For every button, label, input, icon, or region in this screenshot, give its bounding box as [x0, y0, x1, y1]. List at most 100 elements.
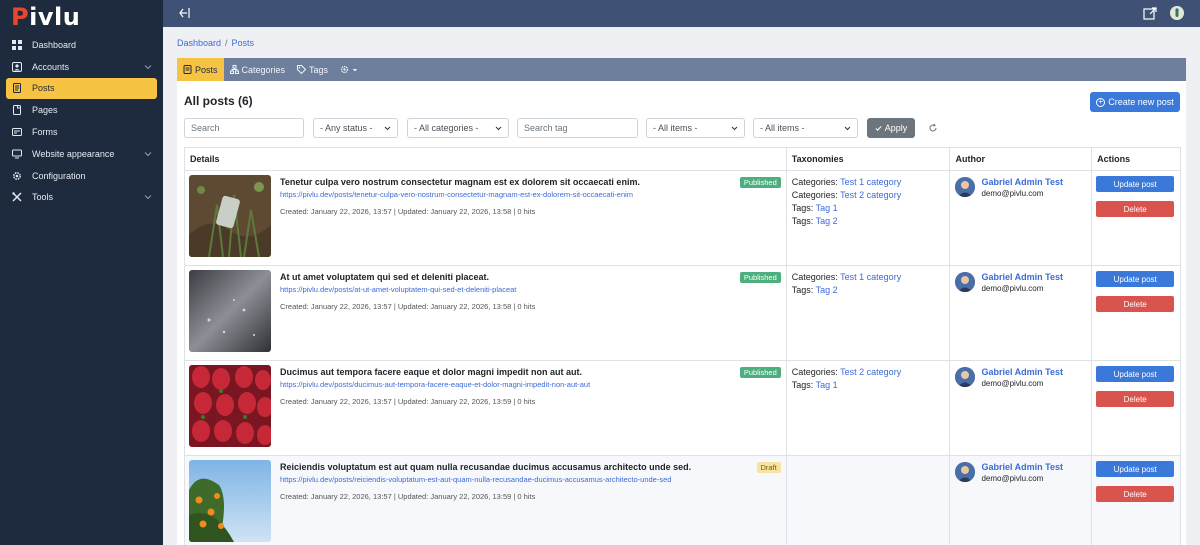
- tab-settings-dropdown[interactable]: [334, 58, 364, 81]
- chevron-down-icon: [844, 126, 851, 130]
- posts-panel: All posts (6) + Create new post Search -…: [177, 81, 1186, 545]
- items-select-2[interactable]: - All items -: [753, 118, 858, 138]
- post-title[interactable]: Ducimus aut tempora facere eaque et dolo…: [280, 367, 582, 377]
- taxonomy-link[interactable]: Test 1 category: [840, 272, 901, 282]
- sidebar-item-website-appearance[interactable]: Website appearance: [6, 143, 157, 165]
- author-name[interactable]: Gabriel Admin Test: [981, 462, 1063, 472]
- sidebar-item-label: Posts: [32, 83, 55, 94]
- tab-categories[interactable]: Categories: [224, 58, 292, 81]
- create-post-button[interactable]: + Create new post: [1090, 92, 1180, 112]
- chevron-down-icon: [384, 126, 391, 130]
- col-actions: Actions: [1097, 154, 1131, 164]
- external-link-icon[interactable]: [1143, 6, 1158, 21]
- taxonomy-line: Tags: Tag 1: [791, 380, 838, 390]
- chevron-down-icon: [144, 64, 152, 69]
- author-name[interactable]: Gabriel Admin Test: [981, 272, 1063, 282]
- categories-select[interactable]: - All categories -: [407, 118, 509, 138]
- sidebar-item-configuration[interactable]: Configuration: [6, 165, 157, 187]
- details-cell: At ut amet voluptatem qui sed et delenit…: [185, 266, 787, 360]
- sidebar-item-label: Tools: [32, 192, 54, 203]
- post-url[interactable]: https://pivlu.dev/posts/tenetur-culpa-ve…: [280, 190, 633, 199]
- author-name[interactable]: Gabriel Admin Test: [981, 177, 1063, 187]
- tag-icon: [297, 65, 307, 74]
- post-thumbnail[interactable]: [189, 365, 271, 447]
- caret-down-icon: [352, 68, 358, 71]
- delete-button[interactable]: Delete: [1096, 391, 1175, 407]
- status-select[interactable]: - Any status -: [313, 118, 398, 138]
- avatar: [955, 272, 976, 292]
- collapse-sidebar-icon[interactable]: [178, 6, 192, 20]
- taxonomies-cell: Categories: Test 1 category Tags: Tag 2: [787, 266, 951, 360]
- taxonomy-link[interactable]: Tag 1: [816, 380, 838, 390]
- post-title[interactable]: At ut amet voluptatem qui sed et delenit…: [280, 272, 489, 282]
- sidebar-item-posts[interactable]: Posts: [6, 77, 157, 100]
- logo-text: Pivlu: [11, 3, 81, 31]
- post-url[interactable]: https://pivlu.dev/posts/reiciendis-volup…: [280, 475, 671, 484]
- sidebar-item-forms[interactable]: Forms: [6, 121, 157, 143]
- breadcrumb-separator: /: [225, 38, 228, 48]
- gear-icon: [340, 65, 349, 74]
- update-post-button[interactable]: Update post: [1096, 461, 1175, 477]
- update-post-button[interactable]: Update post: [1096, 271, 1175, 287]
- taxonomy-link[interactable]: Test 2 category: [840, 190, 901, 200]
- tools-icon: [11, 191, 23, 203]
- sidebar-nav: Dashboard Accounts Posts Pages Forms Web…: [0, 34, 163, 208]
- taxonomy-link[interactable]: Test 1 category: [840, 177, 901, 187]
- search-input[interactable]: Search: [184, 118, 304, 138]
- user-avatar[interactable]: [1170, 6, 1184, 20]
- refresh-icon: [929, 123, 937, 132]
- update-post-button[interactable]: Update post: [1096, 366, 1175, 382]
- post-thumbnail[interactable]: [189, 175, 271, 257]
- taxonomy-line: Tags: Tag 1: [791, 203, 838, 213]
- topbar: [163, 0, 1200, 27]
- monitor-icon: [11, 148, 23, 160]
- breadcrumb-posts-link[interactable]: Posts: [232, 38, 255, 48]
- tab-posts[interactable]: Posts: [177, 58, 224, 81]
- avatar: [955, 367, 976, 387]
- sidebar-item-accounts[interactable]: Accounts: [6, 56, 157, 78]
- breadcrumb-dashboard-link[interactable]: Dashboard: [177, 38, 221, 48]
- apply-button[interactable]: Apply: [867, 118, 915, 138]
- post-meta: Created: January 22, 2026, 13:57 | Updat…: [280, 207, 536, 216]
- sidebar-item-label: Dashboard: [32, 39, 77, 50]
- table-row: Ducimus aut tempora facere eaque et dolo…: [185, 361, 1180, 456]
- reset-filters-button[interactable]: [923, 118, 943, 138]
- author-name[interactable]: Gabriel Admin Test: [981, 367, 1063, 377]
- items-select-1[interactable]: - All items -: [646, 118, 745, 138]
- tag-search-input[interactable]: Search tag: [517, 118, 638, 138]
- author-cell: Gabriel Admin Test demo@pivlu.com: [950, 266, 1093, 360]
- taxonomy-link[interactable]: Tag 2: [816, 285, 838, 295]
- post-title[interactable]: Reiciendis voluptatum est aut quam nulla…: [280, 462, 691, 472]
- post-thumbnail[interactable]: [189, 270, 271, 352]
- actions-cell: Update post Delete: [1092, 456, 1180, 545]
- taxonomy-line: Categories: Test 1 category: [791, 272, 902, 282]
- taxonomies-cell: Categories: Test 2 category Tags: Tag 1: [787, 361, 951, 455]
- author-cell: Gabriel Admin Test demo@pivlu.com: [950, 456, 1093, 545]
- taxonomy-link[interactable]: Tag 1: [816, 203, 838, 213]
- chevron-down-icon: [731, 126, 738, 130]
- update-post-button[interactable]: Update post: [1096, 176, 1175, 192]
- sidebar-item-label: Website appearance: [32, 148, 115, 159]
- sidebar-item-tools[interactable]: Tools: [6, 187, 157, 209]
- grid-icon: [11, 39, 23, 51]
- gear-icon: [11, 170, 23, 182]
- delete-button[interactable]: Delete: [1096, 296, 1175, 312]
- post-title[interactable]: Tenetur culpa vero nostrum consectetur m…: [280, 177, 640, 187]
- actions-cell: Update post Delete: [1092, 171, 1180, 265]
- tab-tags[interactable]: Tags: [291, 58, 334, 81]
- sidebar-item-label: Accounts: [32, 61, 70, 72]
- post-url[interactable]: https://pivlu.dev/posts/at-ut-amet-volup…: [280, 285, 516, 294]
- col-taxonomies: Taxonomies: [787, 148, 951, 170]
- delete-button[interactable]: Delete: [1096, 486, 1175, 502]
- delete-button[interactable]: Delete: [1096, 201, 1175, 217]
- tab-label: Tags: [309, 64, 329, 75]
- status-badge: Published: [739, 367, 781, 378]
- taxonomy-link[interactable]: Test 2 category: [840, 367, 901, 377]
- post-thumbnail[interactable]: [189, 460, 271, 542]
- sidebar-item-dashboard[interactable]: Dashboard: [6, 34, 157, 56]
- author-email: demo@pivlu.com: [981, 284, 1044, 293]
- taxonomy-link[interactable]: Tag 2: [816, 216, 838, 226]
- post-url[interactable]: https://pivlu.dev/posts/ducimus-aut-temp…: [280, 380, 590, 389]
- sidebar-item-pages[interactable]: Pages: [6, 99, 157, 121]
- logo[interactable]: Pivlu: [0, 0, 163, 34]
